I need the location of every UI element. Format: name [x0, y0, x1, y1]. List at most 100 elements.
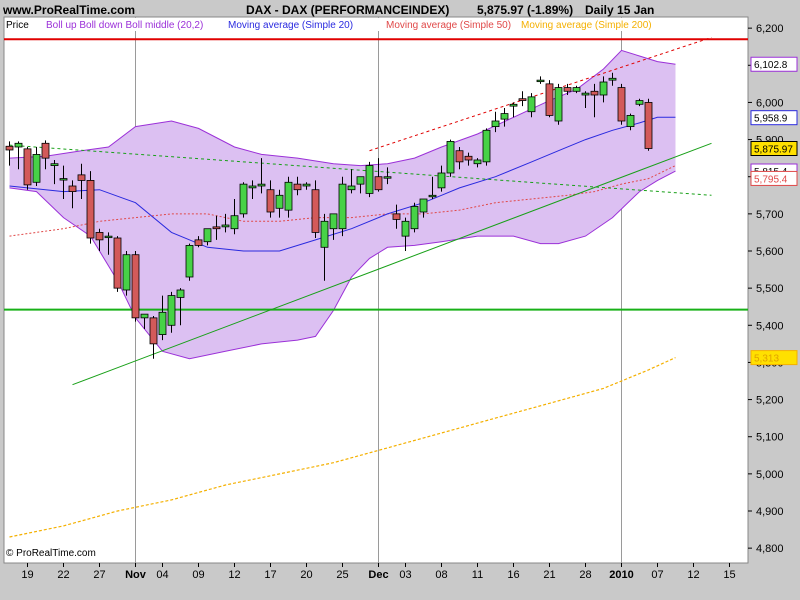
candle [365, 161, 374, 198]
candle [617, 83, 626, 125]
candle-body [374, 176, 383, 191]
candle-body [518, 98, 527, 101]
candle [644, 98, 653, 151]
x-tick-label: 08 [435, 569, 447, 581]
price-label-text: 5,875.97 [754, 144, 793, 155]
x-tick-label: Nov [125, 569, 147, 581]
candle-body [320, 220, 329, 248]
candle-body [248, 185, 257, 189]
y-tick-label: 4,800 [756, 543, 784, 555]
candle-body [140, 313, 149, 319]
x-tick-label: 2010 [609, 569, 633, 581]
x-tick-label: 17 [264, 569, 276, 581]
candle-body [77, 174, 86, 181]
candle-body [86, 180, 95, 239]
candle-body [473, 159, 482, 165]
candle-body [131, 254, 140, 319]
candle-body [338, 183, 347, 230]
x-tick-label: 22 [57, 569, 69, 581]
candle-body [59, 178, 68, 181]
legend-entry: Moving average (Simple 200) [521, 20, 652, 31]
y-tick-label: 5,100 [756, 432, 784, 444]
candle-body [275, 194, 284, 209]
candle-body [113, 237, 122, 289]
candle-body [203, 228, 212, 243]
candle-body [221, 224, 230, 228]
candle-body [599, 81, 608, 96]
x-tick-label: 15 [723, 569, 735, 581]
candle-body [50, 163, 59, 166]
candle-body [356, 176, 365, 185]
candle-body [644, 102, 653, 149]
y-tick-label: 5,000 [756, 469, 784, 481]
y-tick-label: 5,700 [756, 209, 784, 221]
x-tick-label: 21 [543, 569, 555, 581]
candle-body [347, 185, 356, 191]
legend-entry: Price [6, 20, 29, 31]
candle-body [311, 189, 320, 233]
candle-body [365, 165, 374, 194]
candle-body [419, 198, 428, 213]
legend: Price Boll up Boll down Boll middle (20,2… [5, 18, 747, 31]
candle-body [68, 185, 77, 192]
candle-body [446, 141, 455, 174]
candle-body [545, 83, 554, 116]
candle-body [5, 145, 14, 151]
x-tick-label: 07 [651, 569, 663, 581]
chart-root: www.ProRealTime.com DAX - DAX (PERFORMAN… [0, 0, 800, 600]
candle-body [185, 245, 194, 278]
legend-entry: Boll up Boll down Boll middle (20,2) [46, 20, 203, 31]
candle-body [536, 79, 545, 83]
candle-body [122, 254, 131, 291]
candle-body [383, 176, 392, 179]
y-axis: 6,2006,1006,0005,9005,8005,7005,6005,500… [748, 23, 784, 555]
candle [239, 182, 248, 218]
price-label: 5,958.9 [750, 110, 798, 126]
candle-body [635, 100, 644, 105]
candle [482, 128, 491, 166]
x-tick-label: Dec [368, 569, 388, 581]
candle [131, 251, 140, 322]
price-label-text: 5,958.9 [754, 114, 788, 125]
candle-body [509, 103, 518, 107]
candle-body [581, 92, 590, 96]
y-tick-label: 5,500 [756, 283, 784, 295]
candle-body [626, 115, 635, 127]
price-chart: Price Boll up Boll down Boll middle (20,2… [3, 16, 798, 581]
candle-body [257, 183, 266, 187]
x-tick-label: 25 [336, 569, 348, 581]
candle-body [158, 311, 167, 335]
x-tick-label: 19 [21, 569, 33, 581]
candle-body [284, 181, 293, 211]
y-tick-label: 4,900 [756, 506, 784, 518]
candle-body [239, 183, 248, 215]
candle-body [194, 239, 203, 246]
candle-body [167, 295, 176, 326]
y-tick-label: 5,600 [756, 246, 784, 258]
candle [410, 202, 419, 233]
legend-entry: Moving average (Simple 50) [386, 20, 511, 31]
candle-body [41, 142, 50, 159]
candle-body [617, 87, 626, 122]
x-tick-label: 27 [93, 569, 105, 581]
candle [446, 139, 455, 177]
price-label: 5,313 [750, 350, 798, 366]
candle-body [455, 150, 464, 163]
price-label: 5,875.97 [750, 140, 798, 156]
x-tick-label: 16 [507, 569, 519, 581]
candle-body [212, 226, 221, 230]
candle-body [590, 90, 599, 96]
candle-body [392, 213, 401, 220]
candle [122, 251, 131, 296]
candle-body [230, 215, 239, 230]
candle-body [572, 87, 581, 92]
candle-body [401, 220, 410, 237]
x-axis: 19 22 27 Nov 04 09 12 17 20 25 Dec 03 08 11 16 21 28 2010… [21, 563, 736, 581]
candle-body [95, 232, 104, 241]
x-tick-label: 20 [300, 569, 312, 581]
candle-body [500, 113, 509, 120]
y-tick-label: 6,000 [756, 97, 784, 109]
x-tick-label: 12 [228, 569, 240, 581]
candle-body [608, 77, 617, 81]
candle-body [482, 129, 491, 163]
